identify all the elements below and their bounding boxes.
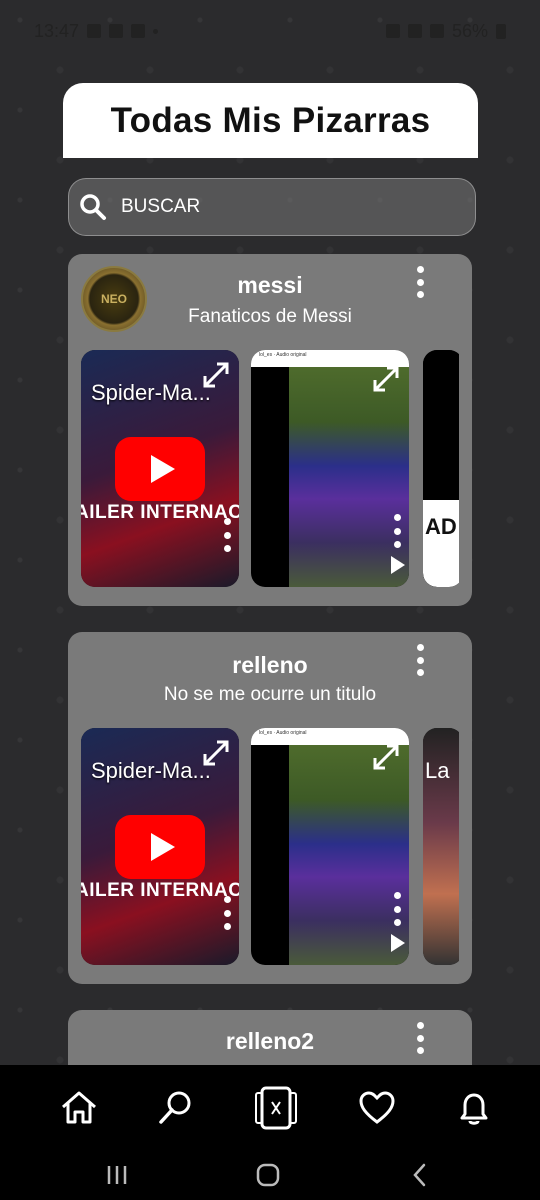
video-title: Spider-Ma... <box>91 758 211 783</box>
thumbnail-text: AD <box>425 514 457 539</box>
board-subtitle: No se me ocurre un titulo <box>163 684 377 705</box>
home-circle-icon <box>256 1163 280 1187</box>
game-scene <box>289 745 409 965</box>
play-icon[interactable] <box>391 934 405 952</box>
expand-icon[interactable] <box>371 364 401 394</box>
slack-icon <box>109 24 124 38</box>
board-card[interactable]: relleno2 <box>68 1010 472 1065</box>
play-icon[interactable] <box>391 556 405 574</box>
bell-icon <box>460 1093 488 1125</box>
game-video-thumbnail[interactable]: lol_es · Audio original <box>251 350 409 587</box>
partial-thumbnail[interactable]: La <box>423 728 459 965</box>
nav-favorites[interactable] <box>347 1078 407 1138</box>
thumbnail-more-icon[interactable] <box>393 514 401 548</box>
page-title-box: Todas Mis Pizarras <box>63 83 478 158</box>
expand-icon[interactable] <box>201 738 231 768</box>
boards-icon <box>255 1086 297 1130</box>
home-icon <box>62 1091 96 1124</box>
board-card[interactable]: NEO messi Fanaticos de Messi Spider-Ma..… <box>68 254 472 606</box>
nav-boards[interactable] <box>246 1078 306 1138</box>
search-bar[interactable] <box>68 178 476 236</box>
board-name: relleno2 <box>225 1028 315 1054</box>
bluetooth-icon <box>385 24 400 38</box>
twitch-icon <box>131 24 146 38</box>
search-icon <box>159 1091 191 1124</box>
system-home-button[interactable] <box>248 1160 288 1190</box>
video-caption: AILER INTERNACIO <box>81 502 239 523</box>
nav-search[interactable] <box>145 1078 205 1138</box>
heart-icon <box>359 1091 395 1124</box>
youtube-play-icon[interactable] <box>115 437 205 501</box>
board-name: relleno <box>232 652 308 678</box>
page-title: Todas Mis Pizarras <box>110 100 431 140</box>
game-scene <box>289 367 409 587</box>
youtube-thumbnail[interactable]: Spider-Ma... AILER INTERNACIO <box>81 350 239 587</box>
video-caption: AILER INTERNACIO <box>81 880 239 901</box>
search-icon <box>80 194 106 220</box>
nav-home[interactable] <box>49 1078 109 1138</box>
board-name: messi <box>237 272 303 298</box>
nav-notifications[interactable] <box>444 1078 504 1138</box>
back-button[interactable] <box>400 1160 440 1190</box>
battery-percent: 56% <box>451 20 488 41</box>
recent-apps-button[interactable] <box>97 1160 137 1190</box>
status-time: 13:47 <box>34 20 80 41</box>
board-more-icon[interactable] <box>415 1022 425 1054</box>
notification-dot-icon <box>153 28 159 34</box>
video-title: Spider-Ma... <box>91 380 211 405</box>
board-subtitle: Fanaticos de Messi <box>188 306 352 327</box>
thumbnail-strip[interactable]: Spider-Ma... AILER INTERNACIO lol_es · A… <box>81 350 459 587</box>
back-icon <box>413 1163 426 1187</box>
game-video-thumbnail[interactable]: lol_es · Audio original <box>251 728 409 965</box>
thumbnail-text: La <box>425 758 450 783</box>
thumbnail-more-icon[interactable] <box>223 518 231 552</box>
thumbnail-strip[interactable]: Spider-Ma... AILER INTERNACIO lol_es · A… <box>81 728 459 965</box>
partial-thumbnail[interactable]: AD <box>423 350 459 587</box>
wifi-icon <box>407 24 422 38</box>
recent-apps-icon <box>107 1166 127 1184</box>
status-bar: 13:47 56% <box>0 0 540 62</box>
signal-icon <box>429 24 444 38</box>
board-card[interactable]: relleno No se me ocurre un titulo Spider… <box>68 632 472 984</box>
youtube-play-icon[interactable] <box>115 815 205 879</box>
search-input[interactable] <box>121 196 421 218</box>
board-more-icon[interactable] <box>415 266 425 298</box>
gallery-icon <box>87 24 102 38</box>
thumbnail-more-icon[interactable] <box>223 896 231 930</box>
bottom-navigation <box>0 1065 540 1200</box>
board-more-icon[interactable] <box>415 644 425 676</box>
battery-icon <box>496 23 506 39</box>
expand-icon[interactable] <box>371 742 401 772</box>
thumbnail-more-icon[interactable] <box>393 892 401 926</box>
youtube-thumbnail[interactable]: Spider-Ma... AILER INTERNACIO <box>81 728 239 965</box>
expand-icon[interactable] <box>201 360 231 390</box>
